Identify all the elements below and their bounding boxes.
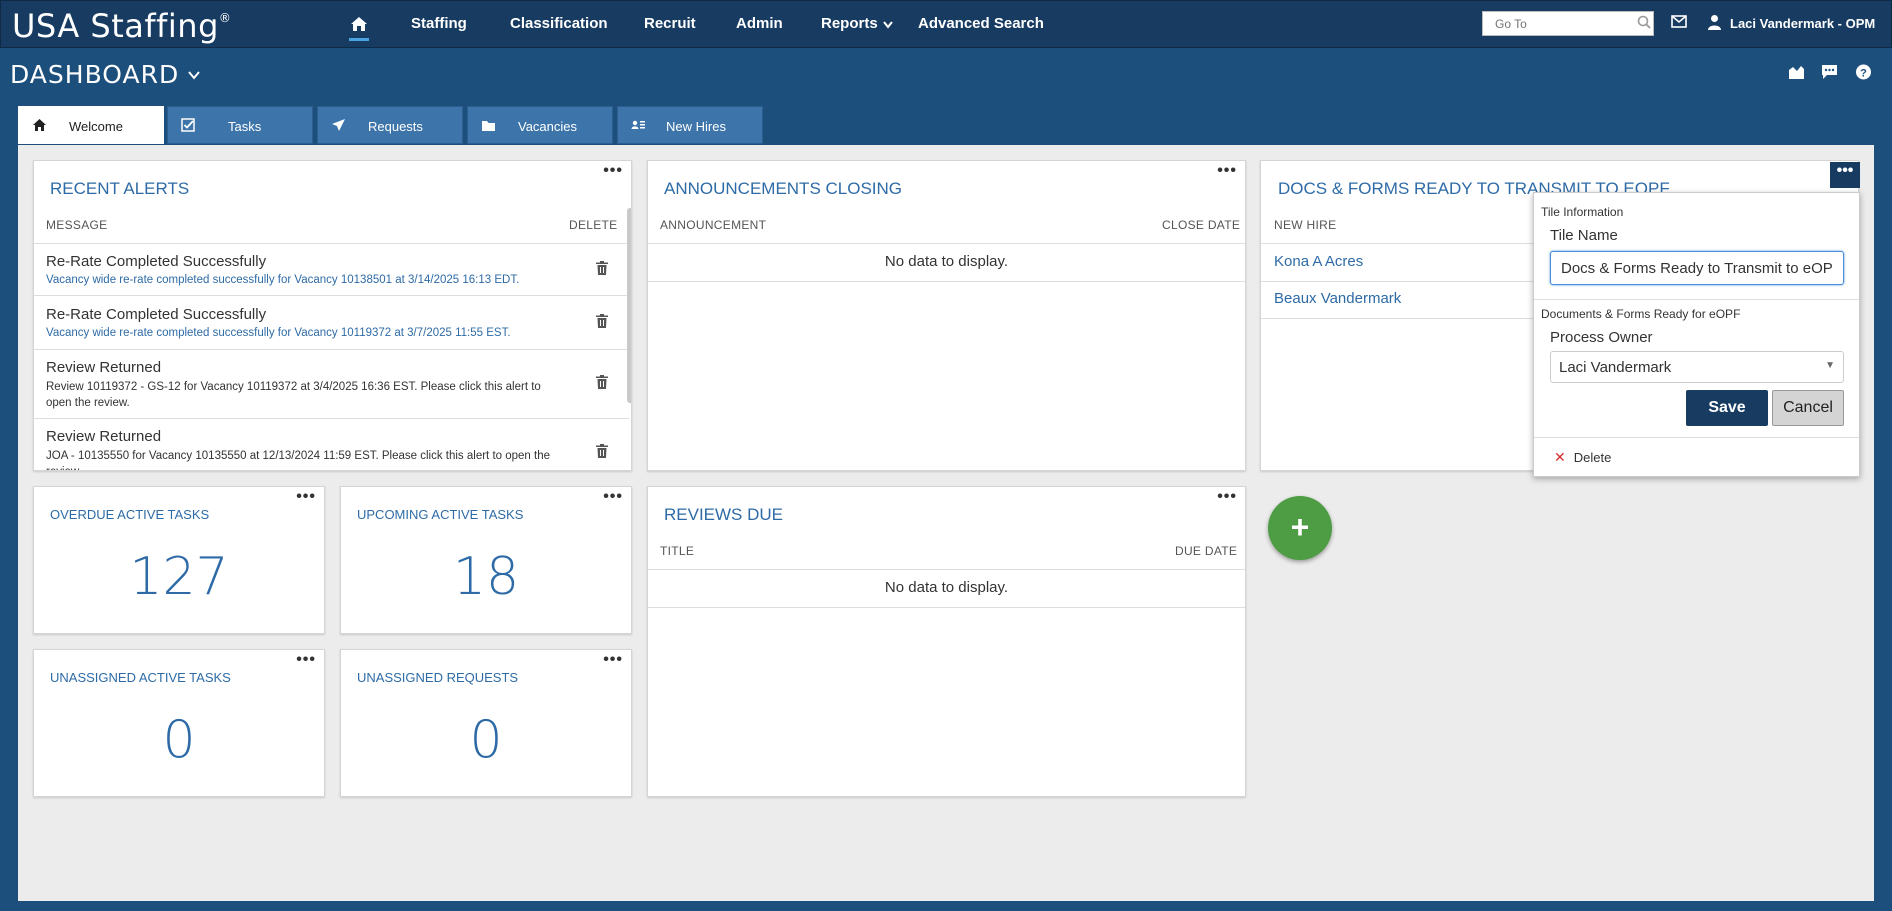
tile-title: UPCOMING ACTIVE TASKS [357, 507, 524, 522]
add-tile-button[interactable]: + [1268, 496, 1332, 560]
nav-recruit[interactable]: Recruit [644, 15, 696, 32]
nav-staffing[interactable]: Staffing [411, 15, 467, 32]
tile-count[interactable]: 0 [34, 710, 324, 770]
tile-title: REVIEWS DUE [664, 505, 784, 524]
process-owner-label: Process Owner [1550, 329, 1653, 346]
column-header-new-hire: NEW HIRE [1274, 218, 1337, 232]
delete-tile-button[interactable]: ✕ Delete [1554, 449, 1611, 466]
home-icon [33, 119, 46, 131]
empty-message: No data to display. [884, 253, 1009, 270]
checkbox-icon [181, 118, 195, 132]
section-heading: Documents & Forms Ready for eOPF [1541, 307, 1741, 321]
nav-classification[interactable]: Classification [510, 15, 608, 32]
overdue-active-tasks-tile[interactable]: ••• OVERDUE ACTIVE TASKS 127 [33, 486, 325, 634]
user-icon[interactable] [1707, 14, 1722, 30]
tile-title: UNASSIGNED REQUESTS [357, 670, 519, 685]
tile-title: RECENT ALERTS [50, 179, 190, 198]
tile-title: ANNOUNCEMENTS CLOSING [664, 179, 903, 198]
reviews-due-tile: ••• REVIEWS DUE TITLE DUE DATE No data t… [647, 486, 1246, 797]
caret-down-icon: ▼ [1825, 360, 1835, 371]
chevron-down-icon[interactable] [883, 21, 893, 29]
process-owner-select[interactable]: Laci Vandermark ▼ [1550, 351, 1844, 383]
dashboard-title[interactable]: DASHBOARD [10, 60, 179, 89]
column-header-message: MESSAGE [46, 218, 108, 232]
scrollbar[interactable] [627, 208, 631, 403]
trash-icon[interactable] [596, 375, 608, 389]
chat-icon[interactable] [1821, 64, 1838, 80]
search-icon[interactable] [1637, 15, 1651, 29]
new-hire-link[interactable]: Kona A Acres [1274, 253, 1363, 270]
tile-count[interactable]: 18 [341, 547, 631, 607]
folder-icon [482, 121, 495, 131]
tile-name-label: Tile Name [1550, 227, 1618, 244]
tile-menu-button[interactable]: ••• [296, 652, 316, 668]
unassigned-requests-tile[interactable]: ••• UNASSIGNED REQUESTS 0 [340, 649, 632, 797]
tab-requests[interactable]: Requests [317, 106, 463, 144]
tile-count[interactable]: 0 [341, 710, 631, 770]
save-button[interactable]: Save [1686, 390, 1768, 426]
usa-staffing-logo[interactable]: USA Staffing® [12, 7, 231, 45]
id-card-icon [631, 120, 645, 129]
tile-menu-button[interactable]: ••• [1830, 162, 1860, 188]
cancel-button[interactable]: Cancel [1772, 390, 1844, 426]
upcoming-active-tasks-tile[interactable]: ••• UPCOMING ACTIVE TASKS 18 [340, 486, 632, 634]
customize-icon[interactable] [1788, 64, 1805, 80]
unassigned-active-tasks-tile[interactable]: ••• UNASSIGNED ACTIVE TASKS 0 [33, 649, 325, 797]
column-header-close-date: CLOSE DATE [1162, 218, 1241, 232]
column-header-announcement: ANNOUNCEMENT [660, 218, 767, 232]
tile-count[interactable]: 127 [34, 547, 324, 607]
new-hire-link[interactable]: Beaux Vandermark [1274, 290, 1401, 307]
empty-message: No data to display. [884, 579, 1009, 596]
tab-new-hires[interactable]: New Hires [617, 106, 763, 144]
help-icon[interactable]: ? [1855, 64, 1872, 80]
announcements-closing-tile: ••• ANNOUNCEMENTS CLOSING ANNOUNCEMENT C… [647, 160, 1246, 471]
svg-text:?: ? [1860, 68, 1867, 80]
home-icon[interactable] [350, 15, 368, 33]
tile-menu-button[interactable]: ••• [1217, 163, 1237, 179]
top-navbar: USA Staffing® Staffing Classification Re… [0, 0, 1892, 48]
nav-reports[interactable]: Reports [821, 15, 878, 32]
paper-plane-icon [332, 119, 345, 131]
tile-name-input[interactable] [1550, 251, 1844, 285]
nav-advanced-search[interactable]: Advanced Search [918, 15, 1044, 32]
mail-icon[interactable] [1671, 15, 1687, 28]
section-heading: Tile Information [1541, 205, 1624, 219]
close-icon: ✕ [1554, 449, 1566, 465]
tile-settings-popup: Tile Information Tile Name Documents & F… [1533, 192, 1860, 477]
tile-title: UNASSIGNED ACTIVE TASKS [50, 670, 231, 685]
home-active-indicator [349, 38, 369, 41]
column-header-title: TITLE [660, 544, 695, 558]
tab-tasks[interactable]: Tasks [167, 106, 313, 144]
column-header-delete: DELETE [569, 218, 618, 232]
tile-menu-button[interactable]: ••• [296, 489, 316, 505]
tile-menu-button[interactable]: ••• [603, 163, 623, 179]
trash-icon[interactable] [596, 444, 608, 458]
user-menu[interactable]: Laci Vandermark - OPM [1730, 16, 1875, 31]
tab-welcome[interactable]: Welcome [18, 106, 164, 144]
tab-vacancies[interactable]: Vacancies [467, 106, 613, 144]
recent-alerts-tile: ••• RECENT ALERTS MESSAGE DELETE Re-Rate… [33, 160, 632, 471]
tile-title: OVERDUE ACTIVE TASKS [50, 507, 210, 522]
column-header-due-date: DUE DATE [1175, 544, 1238, 558]
trash-icon[interactable] [596, 314, 608, 328]
trash-icon[interactable] [596, 261, 608, 275]
goto-search-input[interactable] [1482, 11, 1654, 36]
tile-menu-button[interactable]: ••• [1217, 489, 1237, 505]
chevron-down-icon[interactable] [188, 70, 200, 80]
tile-menu-button[interactable]: ••• [603, 652, 623, 668]
nav-admin[interactable]: Admin [736, 15, 783, 32]
tile-menu-button[interactable]: ••• [603, 489, 623, 505]
